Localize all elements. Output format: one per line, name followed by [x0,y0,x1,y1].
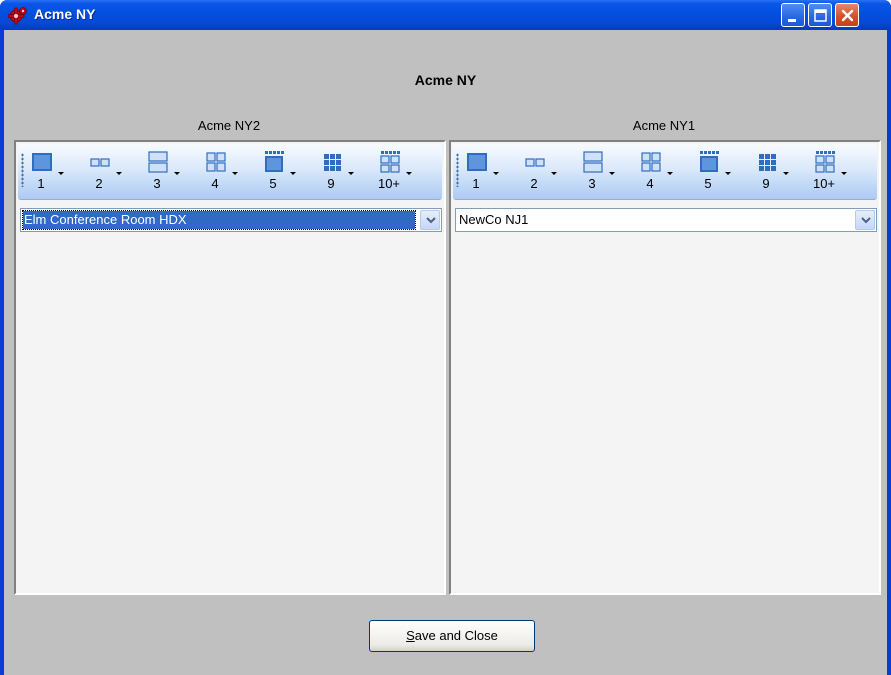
layout-button[interactable]: 2 [84,150,126,196]
gear-icon[interactable] [8,6,28,25]
layout-button[interactable]: 9 [751,150,793,196]
site-select[interactable]: NewCo NJ1 [455,208,877,232]
chevron-down-icon[interactable] [114,170,124,178]
layout-button[interactable]: 2 [519,150,561,196]
layout-button-label: 2 [530,176,538,191]
layout-button[interactable]: 9 [316,150,358,196]
layout-grid-icon [641,152,661,172]
chevron-down-icon [426,217,436,224]
layout-button-label: 3 [153,176,161,191]
window: Acme NY Acme NY Acme NY2 Acme NY1 1 2 3 4 5 9… [0,0,891,675]
layout-button[interactable]: 5 [258,150,300,196]
chevron-down-icon[interactable] [346,170,356,178]
layout-button[interactable]: 4 [635,150,677,196]
close-icon [841,9,854,22]
site-panel-right: 1 2 3 4 5 9 10+ NewCo NJ1 [449,140,881,595]
title-bar[interactable]: Acme NY [0,0,891,30]
panel-body [20,232,442,591]
layout-grid-icon [525,158,545,167]
toolbar-grip[interactable] [21,153,24,187]
layout-button[interactable]: 1 [461,150,503,196]
dialog-client: Acme NY Acme NY2 Acme NY1 1 2 3 4 5 9 10+ Elm … [4,30,887,675]
layout-grid-icon [815,151,835,173]
site-select[interactable]: Elm Conference Room HDX [20,208,442,232]
chevron-down-icon[interactable] [723,170,733,178]
save-button-label: ave and Close [414,628,498,643]
maximize-button[interactable] [808,3,832,27]
minimize-icon [788,19,796,22]
site-select-value: Elm Conference Room HDX [22,210,416,230]
panel-body [455,232,877,591]
layout-button-label: 3 [588,176,596,191]
chevron-down-icon[interactable] [781,170,791,178]
chevron-down-icon[interactable] [172,170,182,178]
site-select-value: NewCo NJ1 [459,212,529,227]
layout-button[interactable]: 10+ [809,150,851,196]
maximize-icon [814,9,827,22]
layout-grid-icon [583,151,603,173]
chevron-down-icon[interactable] [56,170,66,178]
layout-button-label: 10+ [812,176,836,191]
layout-button[interactable]: 5 [693,150,735,196]
layout-grid-icon [265,151,284,172]
panel-label-left: Acme NY2 [197,118,261,133]
layout-button-label: 4 [211,176,219,191]
save-accelerator: S [406,628,415,643]
layout-grid-icon [206,152,226,172]
layout-button[interactable]: 4 [200,150,242,196]
layout-grid-icon [380,151,400,173]
dialog-heading: Acme NY [414,72,477,88]
toolbar-grip[interactable] [456,153,459,187]
layout-button-label: 9 [762,176,770,191]
layout-grid-icon [324,154,341,171]
layout-button-label: 4 [646,176,654,191]
layout-button-label: 5 [704,176,712,191]
chevron-down-icon[interactable] [404,170,414,178]
layout-button[interactable]: 10+ [374,150,416,196]
layout-button[interactable]: 3 [577,150,619,196]
chevron-down-icon[interactable] [491,170,501,178]
chevron-down-icon[interactable] [839,170,849,178]
close-button[interactable] [835,3,859,27]
layout-grid-icon [148,151,168,173]
save-and-close-button[interactable]: Save and Close [369,620,535,652]
layout-button-label: 9 [327,176,335,191]
window-title: Acme NY [34,6,96,22]
layout-grid-icon [90,158,110,167]
chevron-down-icon[interactable] [230,170,240,178]
layout-button-label: 10+ [377,176,401,191]
layout-button-label: 1 [37,176,45,191]
chevron-down-icon[interactable] [288,170,298,178]
chevron-down-icon [861,217,871,224]
chevron-down-icon[interactable] [549,170,559,178]
layout-toolbar: 1 2 3 4 5 9 10+ [453,144,877,200]
layout-grid-icon [759,154,776,171]
layout-toolbar: 1 2 3 4 5 9 10+ [18,144,442,200]
layout-button[interactable]: 3 [142,150,184,196]
layout-grid-icon [467,153,487,171]
site-select-dropdown-button[interactable] [855,210,875,230]
chevron-down-icon[interactable] [607,170,617,178]
site-panel-left: 1 2 3 4 5 9 10+ Elm Conference Room HDX [14,140,446,595]
layout-button-label: 2 [95,176,103,191]
panel-label-right: Acme NY1 [632,118,696,133]
minimize-button[interactable] [781,3,805,27]
layout-button-label: 5 [269,176,277,191]
layout-button-label: 1 [472,176,480,191]
chevron-down-icon[interactable] [665,170,675,178]
site-select-dropdown-button[interactable] [420,210,440,230]
layout-grid-icon [32,153,52,171]
layout-grid-icon [700,151,719,172]
layout-button[interactable]: 1 [26,150,68,196]
